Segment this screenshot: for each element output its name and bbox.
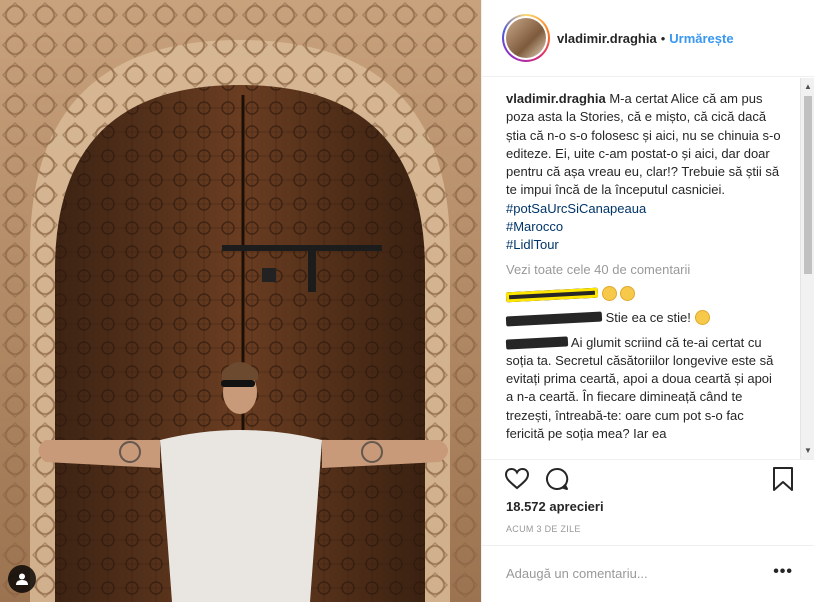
user-tag-icon[interactable] — [8, 565, 36, 593]
caption-username[interactable]: vladimir.draghia — [506, 91, 606, 106]
view-all-comments-link[interactable]: Vezi toate cele 40 de comentarii — [506, 261, 782, 279]
header-username[interactable]: vladimir.draghia — [557, 31, 657, 46]
comment-icon[interactable] — [544, 466, 570, 497]
comment-item: Ai glumit scriind că te-ai certat cu soț… — [505, 334, 774, 442]
laughing-emoji-icon — [620, 285, 636, 301]
comment-item — [505, 285, 782, 303]
scroll-thumb[interactable] — [804, 96, 812, 274]
post-timestamp[interactable]: ACUM 3 DE ZILE — [506, 524, 581, 534]
bookmark-icon[interactable] — [771, 466, 795, 497]
redacted-username — [505, 287, 599, 302]
eye-roll-emoji-icon — [694, 310, 710, 326]
hashtag-link[interactable]: #LidlTour — [506, 236, 782, 254]
action-bar — [482, 459, 814, 499]
post-header: vladimir.draghia • Urmărește — [482, 0, 814, 77]
likes-count[interactable]: 18.572 aprecieri — [506, 499, 604, 514]
follow-button[interactable]: Urmărește — [669, 31, 733, 46]
more-options-icon[interactable]: ••• — [773, 563, 793, 581]
post-side-panel: vladimir.draghia • Urmărește vladimir.dr… — [481, 0, 814, 602]
redacted-username — [505, 336, 569, 350]
hashtag-link[interactable]: #Marocco — [506, 218, 782, 236]
caption-text: M-a certat Alice că am pus poza asta la … — [506, 91, 781, 198]
laughing-emoji-icon — [601, 285, 617, 301]
caption: vladimir.draghia M-a certat Alice că am … — [506, 90, 782, 200]
heart-icon[interactable] — [504, 466, 530, 497]
avatar[interactable] — [502, 14, 550, 62]
comment-input[interactable] — [506, 563, 756, 583]
separator-dot: • — [660, 30, 666, 46]
comments-area: vladimir.draghia M-a certat Alice că am … — [482, 78, 814, 459]
comments-scrollbar[interactable]: ▲ ▼ — [800, 78, 814, 459]
scroll-up-icon[interactable]: ▲ — [804, 82, 812, 91]
photo-image — [0, 0, 481, 602]
scroll-down-icon[interactable]: ▼ — [804, 446, 812, 455]
hashtag-link[interactable]: #potSaUrcSiCanapeaua — [506, 200, 782, 218]
add-comment-box: ••• — [482, 545, 814, 602]
comment-item: Stie ea ce stie! — [505, 309, 782, 327]
redacted-username — [505, 311, 603, 327]
post-photo[interactable] — [0, 0, 481, 602]
